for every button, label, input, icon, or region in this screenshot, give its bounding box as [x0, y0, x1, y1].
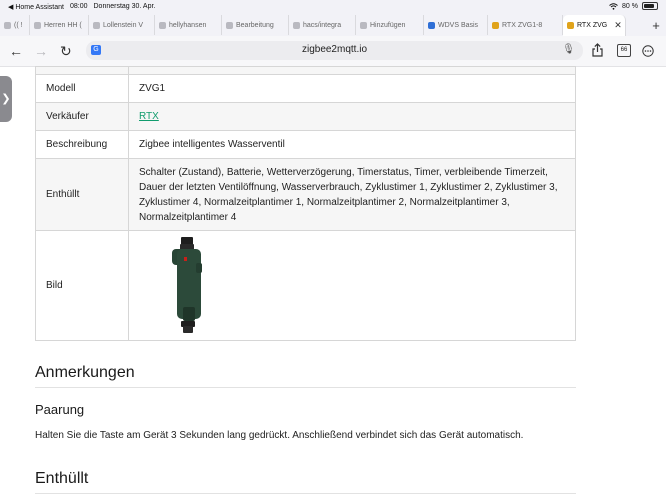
row-key: Modell [35, 74, 129, 103]
row-value: ZVG1 [128, 74, 576, 103]
forward-arrow-icon[interactable]: → [34, 43, 48, 59]
tab-9[interactable]: RTX ZVG1-8 [488, 15, 563, 35]
device-specs-table: Modell ZVG1 Verkäufer RTX Beschreibung Z… [35, 66, 576, 341]
tab-6[interactable]: hacs/integra [289, 15, 356, 35]
url-field[interactable]: G zigbee2mqtt.io 🎙︎ [86, 41, 583, 60]
row-key: Verkäufer [35, 102, 129, 131]
favicon-icon [360, 21, 367, 29]
pairing-text: Halten Sie die Taste am Gerät 3 Sekunden… [35, 430, 524, 441]
table-row: Bild [35, 230, 576, 341]
status-bar: ◀ Home Assistant 08:00 Donnerstag 30. Ap… [0, 0, 666, 14]
battery-icon [642, 2, 658, 10]
favicon-icon [226, 21, 233, 29]
row-value: Zigbee intelligentes Wasserventil [128, 130, 576, 159]
favicon-icon [93, 21, 100, 29]
favicon-icon [159, 21, 166, 29]
favicon-icon [34, 21, 41, 29]
tab-active[interactable]: RTX ZVG ✕ [563, 14, 626, 36]
battery-percent: 80 % [622, 2, 638, 10]
notes-heading: Anmerkungen [35, 364, 135, 381]
wifi-icon [609, 2, 618, 10]
favicon-icon [567, 21, 574, 29]
exposes-line: Normalzeitplantimer 4 [139, 211, 237, 223]
table-row: Beschreibung Zigbee intelligentes Wasser… [35, 130, 576, 159]
close-icon[interactable]: ✕ [614, 20, 622, 31]
divider [35, 493, 576, 494]
tab-3[interactable]: Lollenstein V [89, 15, 155, 35]
back-to-app-link[interactable]: ◀ Home Assistant [8, 3, 64, 11]
status-date: Donnerstag 30. Apr. [93, 3, 156, 10]
divider [35, 387, 576, 388]
vendor-link[interactable]: RTX [139, 111, 159, 122]
reload-icon[interactable]: ↻ [60, 43, 72, 59]
favicon-icon [293, 21, 300, 29]
tab-8[interactable]: WDVS Basis [424, 15, 488, 35]
exposes-line: Zyklustimer 4, Normalzeitplantimer 1, No… [139, 196, 510, 208]
tab-5[interactable]: Bearbeitung [222, 15, 289, 35]
microphone-icon[interactable]: 🎙︎ [562, 44, 575, 55]
tab-bar: (( ! Herren HH ( Lollenstein V hellyhans… [0, 14, 666, 37]
row-key: Enthüllt [35, 158, 129, 231]
row-value: Schalter (Zustand), Batterie, Wetterverz… [128, 158, 576, 231]
row-key: Bild [35, 230, 129, 341]
status-time: 08:00 [69, 3, 88, 10]
tab-7[interactable]: Hinzufügen [356, 15, 424, 35]
more-icon[interactable] [642, 44, 654, 62]
table-row: Modell ZVG1 [35, 74, 576, 103]
url-text[interactable]: zigbee2mqtt.io [86, 44, 583, 55]
device-image [172, 236, 202, 333]
back-arrow-icon[interactable]: ← [9, 43, 23, 59]
table-row: Enthüllt Schalter (Zustand), Batterie, W… [35, 158, 576, 231]
exposes-line: Dauer der letzten Ventilöffnung, Wasserv… [139, 181, 558, 193]
tab-1[interactable]: (( ! [0, 15, 30, 35]
sidebar-toggle-button[interactable]: ❯ [0, 76, 12, 122]
row-key: Beschreibung [35, 130, 129, 159]
tab-2[interactable]: Herren HH ( [30, 15, 89, 35]
row-value [128, 230, 576, 341]
main-content: Modell ZVG1 Verkäufer RTX Beschreibung Z… [35, 66, 576, 341]
favicon-icon [492, 21, 499, 29]
share-icon[interactable] [592, 43, 603, 62]
exposes-line: Schalter (Zustand), Batterie, Wetterverz… [139, 166, 548, 178]
table-row: Verkäufer RTX [35, 102, 576, 131]
favicon-icon [4, 21, 11, 29]
pairing-heading: Paarung [35, 402, 85, 417]
tab-4[interactable]: hellyhansen [155, 15, 222, 35]
new-tab-button[interactable]: + [646, 18, 666, 33]
exposes-heading: Enthüllt [35, 470, 89, 487]
address-bar: ← → ↻ G zigbee2mqtt.io 🎙︎ 66 [0, 36, 666, 67]
favicon-icon [428, 21, 435, 29]
tab-count-button[interactable]: 66 [617, 44, 631, 57]
table-row [35, 66, 576, 75]
